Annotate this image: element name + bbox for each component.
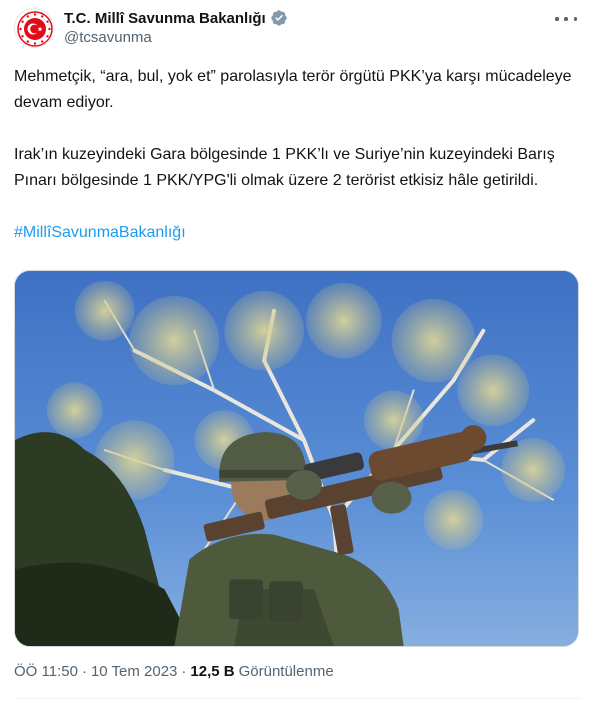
tweet-meta: ÖÖ 11:50 · 10 Tem 2023 · 12,5 B Görüntül… xyxy=(14,663,334,680)
views-count: 12,5 B xyxy=(190,663,235,680)
tweet-time[interactable]: ÖÖ 11:50 xyxy=(14,663,78,680)
author-names: T.C. Millî Savunma Bakanlığı @tcsavunma xyxy=(64,8,288,46)
meta-separator: · xyxy=(81,663,87,680)
tweet-header: T.C. Millî Savunma Bakanlığı @tcsavunma xyxy=(14,6,581,50)
tweet-photo[interactable] xyxy=(14,270,579,647)
ministry-emblem-icon[interactable] xyxy=(14,8,54,48)
meta-separator: · xyxy=(181,663,187,680)
tweet-date[interactable]: 10 Tem 2023 xyxy=(91,663,177,680)
tweet-paragraph: Irak’ın kuzeyindeki Gara bölgesinde 1 PK… xyxy=(14,146,555,189)
more-options-icon[interactable] xyxy=(555,12,577,26)
tweet-paragraph: Mehmetçik, “ara, bul, yok et” parolasıyl… xyxy=(14,68,572,111)
hashtag-link[interactable]: #MillîSavunmaBakanlığı xyxy=(14,224,186,241)
verified-badge-icon xyxy=(270,9,288,27)
views-label: Görüntülenme xyxy=(238,663,334,680)
tweet-text: Mehmetçik, “ara, bul, yok et” parolasıyl… xyxy=(14,64,574,246)
divider xyxy=(14,698,581,699)
author-handle[interactable]: @tcsavunma xyxy=(64,29,288,46)
author-display-name[interactable]: T.C. Millî Savunma Bakanlığı xyxy=(64,10,266,27)
